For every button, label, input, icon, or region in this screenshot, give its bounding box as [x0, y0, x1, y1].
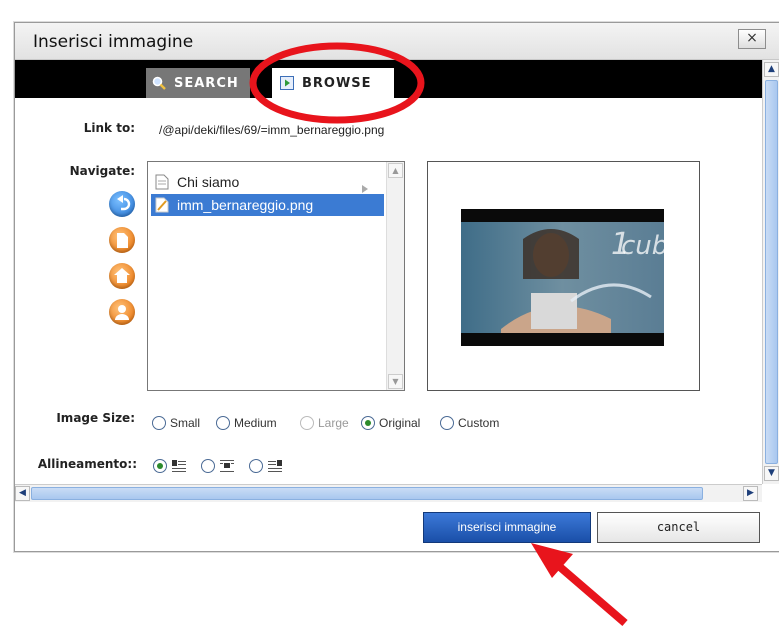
list-item[interactable]: Chi siamo	[151, 171, 384, 193]
link-to-label: Link to:	[83, 121, 135, 135]
insert-image-button[interactable]: inserisci immagine	[423, 512, 591, 543]
scroll-up-arrow-icon[interactable]: ▲	[764, 62, 779, 77]
scroll-right-arrow-icon[interactable]: ▶	[743, 486, 758, 501]
radio-button	[300, 416, 314, 430]
align-right-icon	[268, 460, 282, 472]
tab-search-label: SEARCH	[174, 75, 239, 91]
user-icon	[115, 305, 129, 320]
dialog-title: Inserisci immagine	[33, 32, 194, 52]
scrollbar-thumb[interactable]	[765, 80, 778, 464]
tab-browse[interactable]: BROWSE	[272, 68, 394, 98]
option-label: Small	[170, 416, 201, 430]
dialog-title-bar[interactable]: Inserisci immagine ×	[15, 23, 779, 60]
magnifier-icon	[152, 76, 166, 90]
back-icon	[117, 195, 131, 211]
file-list-scrollbar[interactable]: ▲ ▼	[386, 162, 404, 390]
back-button[interactable]	[109, 191, 135, 217]
scroll-down-arrow-icon[interactable]: ▼	[388, 374, 403, 389]
tab-strip: SEARCH BROWSE	[15, 60, 762, 98]
dialog-horizontal-scrollbar[interactable]: ◀ ▶	[15, 484, 762, 502]
preview-image: 1 cubo	[461, 209, 664, 346]
align-center-icon	[220, 460, 234, 472]
close-button[interactable]: ×	[738, 29, 766, 49]
option-label: Medium	[234, 416, 277, 430]
home-button[interactable]	[109, 263, 135, 289]
align-option-center[interactable]	[201, 459, 234, 473]
dialog-vertical-scrollbar[interactable]: ▲ ▼	[762, 60, 779, 484]
align-option-left[interactable]	[153, 459, 186, 473]
size-option-medium[interactable]: Medium	[216, 416, 277, 430]
size-option-small[interactable]: Small	[152, 416, 200, 430]
radio-button[interactable]	[153, 459, 167, 473]
browse-folder-icon	[280, 76, 294, 90]
option-label: Large	[318, 416, 349, 430]
link-to-path: /@api/deki/files/69/=imm_bernareggio.png	[159, 123, 385, 137]
preview-image-text: cubo	[621, 231, 664, 261]
expand-arrow-icon[interactable]	[362, 185, 368, 193]
page-icon	[117, 233, 128, 248]
page-icon	[155, 174, 169, 190]
user-button[interactable]	[109, 299, 135, 325]
radio-button[interactable]	[216, 416, 230, 430]
option-label: Original	[379, 416, 421, 430]
file-browser-list[interactable]: Chi siamo imm_bernareggio.png ▲ ▼	[147, 161, 405, 391]
list-item-label: Chi siamo	[177, 174, 240, 190]
tab-browse-label: BROWSE	[302, 75, 372, 91]
scroll-up-arrow-icon[interactable]: ▲	[388, 163, 403, 178]
size-option-original[interactable]: Original	[361, 416, 420, 430]
option-label: Custom	[458, 416, 500, 430]
list-item-label: imm_bernareggio.png	[177, 197, 314, 213]
radio-button[interactable]	[201, 459, 215, 473]
home-icon	[114, 268, 130, 283]
align-option-right[interactable]	[249, 459, 282, 473]
alignment-label: Allineamento::	[37, 457, 137, 471]
navigate-label: Navigate:	[69, 164, 135, 178]
image-file-icon	[155, 197, 169, 213]
scroll-down-arrow-icon[interactable]: ▼	[764, 466, 779, 481]
size-option-custom[interactable]: Custom	[440, 416, 499, 430]
image-size-label: Image Size:	[56, 411, 135, 425]
list-item-selected[interactable]: imm_bernareggio.png	[151, 194, 384, 216]
scroll-left-arrow-icon[interactable]: ◀	[15, 486, 30, 501]
radio-button[interactable]	[152, 416, 166, 430]
radio-button[interactable]	[361, 416, 375, 430]
radio-button[interactable]	[440, 416, 454, 430]
insert-image-dialog: Inserisci immagine × SEARCH BROWSE ▲ ▼ L…	[14, 22, 779, 552]
radio-button[interactable]	[249, 459, 263, 473]
image-preview-panel: 1 cubo	[427, 161, 700, 391]
tab-search[interactable]: SEARCH	[146, 68, 250, 98]
size-option-large: Large	[300, 416, 349, 430]
align-left-icon	[172, 460, 186, 472]
scrollbar-thumb[interactable]	[31, 487, 703, 500]
pointer-arrow-shaft	[550, 557, 628, 627]
new-page-button[interactable]	[109, 227, 135, 253]
cancel-button[interactable]: cancel	[597, 512, 760, 543]
